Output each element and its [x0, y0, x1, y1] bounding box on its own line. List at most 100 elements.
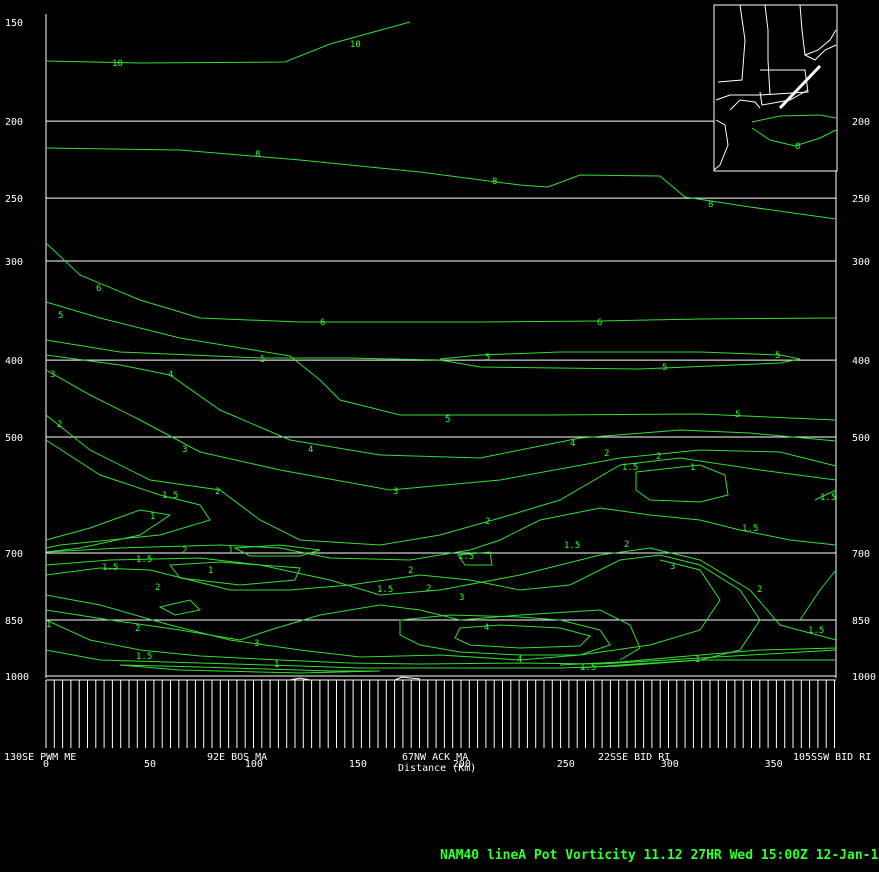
contour-label: 3: [254, 639, 259, 649]
contour-label: 2: [155, 583, 160, 593]
location-labels: 130SE PWM ME 92E BOS MA 67NW ACK MA 22SS…: [4, 752, 871, 763]
location-label: 92E BOS MA: [207, 752, 267, 763]
contour-label: 1.5: [564, 541, 580, 551]
pressure-tick-label: 400: [5, 356, 23, 367]
contour-label: 1: [150, 512, 155, 522]
contour-line: [45, 547, 837, 641]
contour-label: 1: [208, 566, 213, 576]
pressure-tick-label: 700: [5, 549, 23, 560]
contour-label: 1.5: [377, 585, 393, 595]
contour-label: 1.5: [808, 626, 824, 636]
contour-label: 1.5: [136, 555, 152, 565]
pressure-tick-label: 1000: [5, 672, 29, 683]
contour-label: 6: [96, 284, 101, 294]
contour-label: 1.5: [162, 491, 178, 501]
contour-label: 8: [492, 177, 497, 187]
pressure-axis-left: 150 200 250 300 400 500 700 850 1000: [5, 18, 29, 683]
contour-label: 1: [690, 463, 695, 473]
x-axis-title: Distance (Km): [398, 763, 476, 774]
contour-label: 1.5: [820, 493, 836, 503]
contour-label: 8: [708, 200, 713, 210]
pressure-tick-label: 850: [5, 616, 23, 627]
x-tick-label: 150: [349, 759, 367, 770]
contour-label: 1.5: [622, 463, 638, 473]
contour-label: 5: [58, 311, 63, 321]
contour-label: 3: [670, 562, 675, 572]
contour-line: [399, 614, 611, 656]
contour-label: 1: [695, 655, 700, 665]
pressure-tick-label: 1000: [852, 672, 876, 683]
contour-label: 5: [485, 353, 490, 363]
contour-line: [45, 619, 837, 665]
contour-label: 4: [308, 445, 313, 455]
contour-label: 10: [350, 40, 361, 50]
contour-label: 4: [484, 623, 489, 633]
contour-label: 4: [168, 370, 173, 380]
contour-label: 2: [656, 452, 661, 462]
contour-line: [45, 559, 721, 661]
contour-line: [45, 301, 837, 421]
pressure-axis-right: 200 250 300 400 500 700 850 1000: [852, 117, 876, 683]
contour-label: 2: [57, 420, 62, 430]
x-tick-label: 250: [557, 759, 575, 770]
contour-label: 1.5: [102, 563, 118, 573]
contour-line: [635, 464, 729, 503]
contour-label: 1.5: [458, 552, 474, 562]
contour-line: [45, 439, 211, 549]
inset-contour-label: 8: [795, 142, 800, 152]
contour-label: 1.5: [742, 524, 758, 534]
contour-label: 3: [182, 445, 187, 455]
pressure-tick-label: 850: [852, 616, 870, 627]
pressure-tick-label: 250: [852, 194, 870, 205]
contour-line: [45, 242, 837, 323]
pressure-tick-label: 200: [5, 117, 23, 128]
contour-label: 1: [46, 620, 51, 630]
pressure-tick-label: 150: [5, 18, 23, 29]
contour-line: [45, 414, 837, 546]
contour-line: [45, 354, 837, 459]
contour-label: 2: [215, 487, 220, 497]
contour-label: 2: [624, 540, 629, 550]
pressure-tick-label: 400: [852, 356, 870, 367]
contour-line: [233, 544, 321, 557]
contour-line: [454, 624, 591, 649]
location-label: 105SSW BID RI: [793, 752, 871, 763]
contour-label: 2: [757, 585, 762, 595]
contour-line: [799, 569, 837, 621]
contour-label: 3: [393, 487, 398, 497]
pressure-tick-label: 300: [5, 257, 23, 268]
contour-label: 1: [274, 660, 279, 670]
contour-label: 2: [408, 566, 413, 576]
pressure-tick-label: 300: [852, 257, 870, 268]
location-label: 67NW ACK MA: [402, 752, 468, 763]
x-tick-label: 50: [144, 759, 156, 770]
contour-label: 5: [260, 355, 265, 365]
contour-label: 6: [597, 318, 602, 328]
contour-label: 2: [426, 584, 431, 594]
contour-label: 2: [485, 517, 490, 527]
contour-label: 3: [50, 370, 55, 380]
chart-footer-title: NAM40 lineA Pot Vorticity 11.12 27HR Wed…: [440, 848, 879, 863]
contour-label: 2: [182, 546, 187, 556]
pressure-tick-label: 700: [852, 549, 870, 560]
contour-label: 5: [445, 415, 450, 425]
contour-line: [158, 599, 202, 616]
contour-label: 2: [135, 624, 140, 634]
pressure-gridlines: [46, 120, 836, 677]
contour-line: [169, 561, 301, 586]
contour-label: 5: [662, 363, 667, 373]
contour-label: 3: [459, 593, 464, 603]
pressure-tick-label: 500: [852, 433, 870, 444]
pressure-tick-label: 200: [852, 117, 870, 128]
contour-label: 4: [517, 655, 522, 665]
pressure-tick-label: 500: [5, 433, 23, 444]
contour-line: [45, 339, 801, 370]
contour-label: 1.5: [580, 663, 596, 673]
terrain-hatch: [45, 676, 836, 748]
location-label: 130SE PWM ME: [4, 752, 76, 763]
pressure-tick-label: 250: [5, 194, 23, 205]
contour-label: 5: [775, 351, 780, 361]
contour-line: [119, 664, 381, 674]
contour-label: 10: [112, 59, 123, 69]
contour-label: 4: [570, 439, 575, 449]
